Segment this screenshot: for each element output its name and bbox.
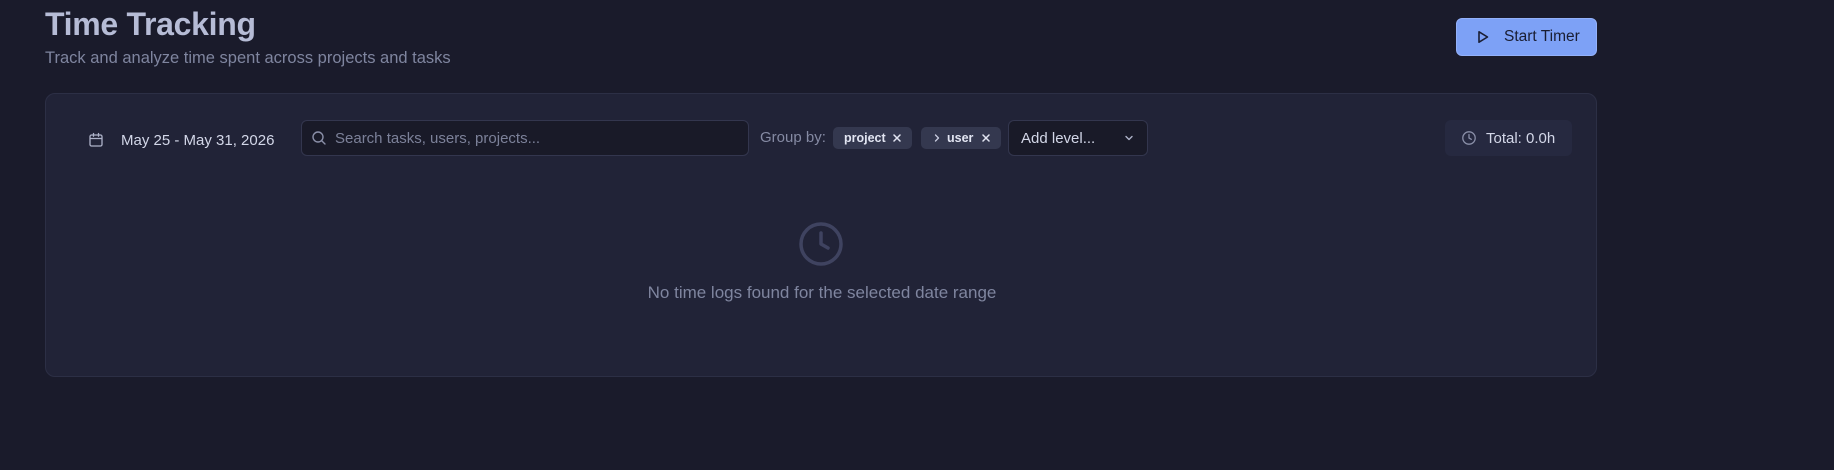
- play-icon: [1476, 30, 1490, 44]
- date-range-label: May 25 - May 31, 2026: [121, 131, 275, 149]
- empty-state-message: No time logs found for the selected date…: [647, 283, 997, 302]
- date-range-picker[interactable]: May 25 - May 31, 2026: [76, 121, 294, 159]
- group-level-label: user: [947, 131, 974, 145]
- clock-icon: [1461, 130, 1477, 146]
- add-level-select[interactable]: Add level...: [1008, 120, 1148, 156]
- start-timer-label: Start Timer: [1504, 28, 1580, 45]
- search-icon: [311, 130, 327, 146]
- page-subtitle: Track and analyze time spent across proj…: [45, 49, 451, 67]
- chevron-down-icon: [1123, 132, 1135, 144]
- time-logs-card: May 25 - May 31, 2026 Group by: project …: [45, 93, 1597, 377]
- group-level-chip-project: project: [833, 127, 912, 149]
- add-level-label: Add level...: [1021, 129, 1096, 147]
- total-time-label: Total: 0.0h: [1486, 129, 1556, 147]
- search-box[interactable]: [301, 120, 749, 156]
- close-icon[interactable]: [893, 134, 901, 142]
- time-tracking-page: Time Tracking Track and analyze time spe…: [0, 0, 1834, 470]
- clock-icon: [798, 221, 844, 267]
- page-title: Time Tracking: [45, 6, 256, 42]
- group-by-label: Group by:: [760, 129, 826, 146]
- group-level-label: project: [844, 131, 886, 145]
- close-icon[interactable]: [982, 134, 990, 142]
- calendar-icon: [88, 132, 104, 148]
- chevron-right-icon: [933, 133, 941, 143]
- total-time-badge: Total: 0.0h: [1445, 120, 1572, 156]
- search-input[interactable]: [335, 129, 735, 147]
- start-timer-button[interactable]: Start Timer: [1456, 18, 1597, 56]
- group-level-chip-user: user: [921, 127, 1001, 149]
